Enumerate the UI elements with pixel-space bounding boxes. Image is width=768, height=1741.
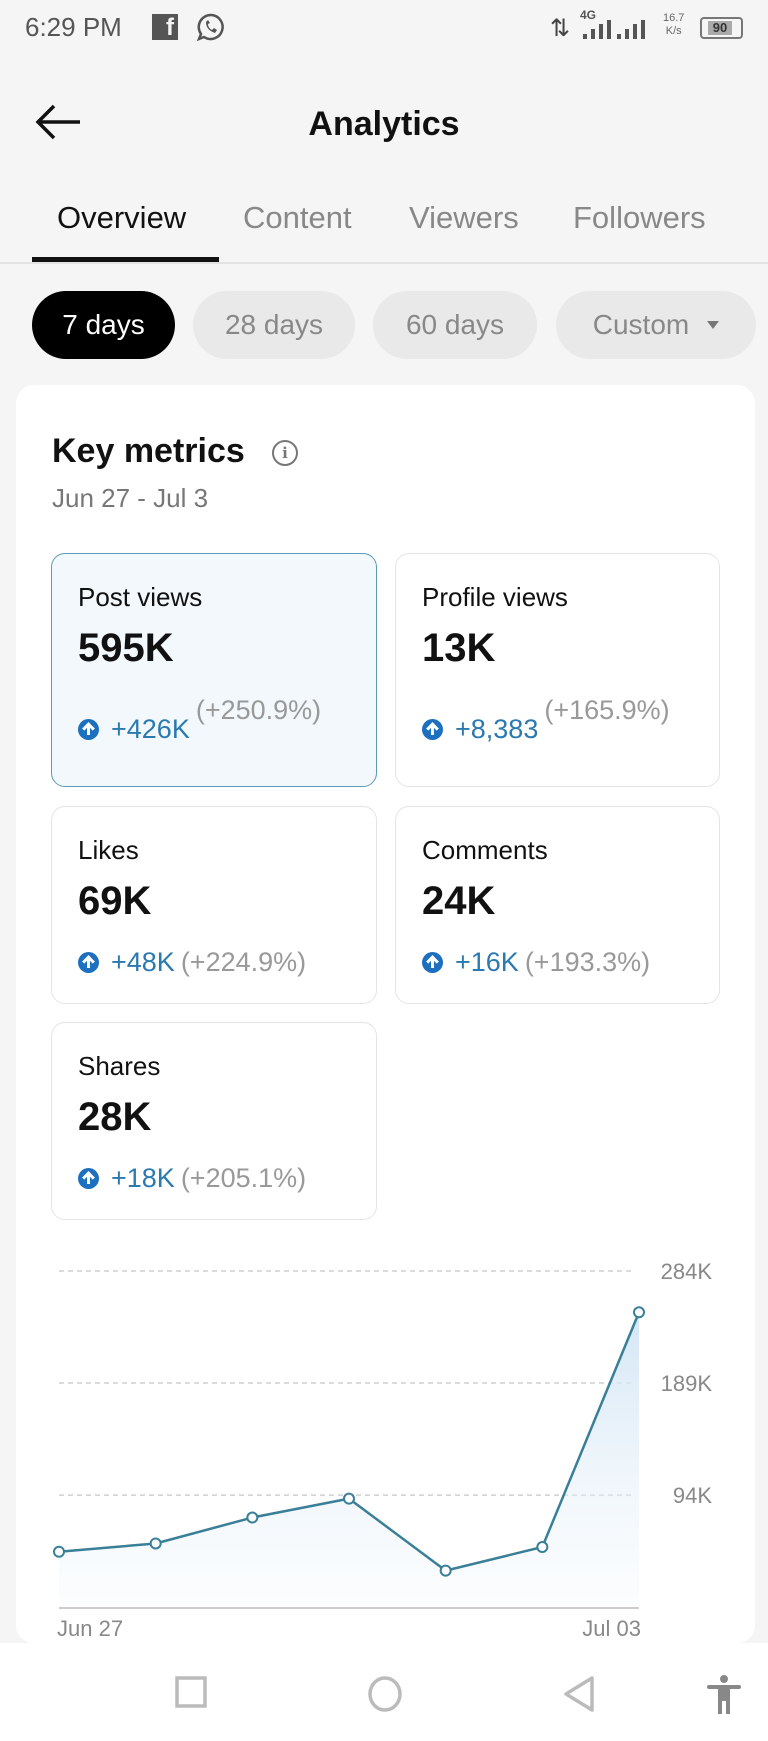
metric-delta: +18K (+205.1%)	[78, 1163, 306, 1194]
metric-label: Post views	[78, 582, 203, 612]
metric-comments[interactable]: Comments 24K +16K (+193.3%)	[395, 806, 720, 1004]
delta-percent: (+165.9%)	[544, 694, 670, 725]
filter-custom[interactable]: Custom	[556, 291, 756, 359]
filter-7-days[interactable]: 7 days	[32, 291, 175, 359]
y-axis-labels: 94K 189K 284K	[661, 1259, 713, 1508]
speed-unit: K/s	[665, 25, 682, 37]
metric-shares[interactable]: Shares 28K +18K (+205.1%)	[51, 1022, 377, 1220]
delta-value: +16K	[455, 947, 519, 977]
metric-label: Comments	[422, 835, 548, 865]
back-icon	[564, 1676, 594, 1712]
delta-percent: (+250.9%)	[195, 694, 322, 725]
data-point-jul-02[interactable]	[536, 1541, 549, 1554]
battery-level: 90	[708, 21, 732, 35]
whatsapp-icon	[196, 13, 224, 42]
y-tick-label: 284K	[661, 1259, 713, 1284]
tab-bar: Overview Content Viewers Followers	[0, 200, 768, 264]
arrow-up-circle-icon	[422, 719, 443, 740]
data-point-jun-29[interactable]	[246, 1511, 259, 1524]
post-views-chart: 94K 189K 284K Jun 27 Jul 03	[53, 1259, 713, 1641]
delta-value: +426K	[111, 714, 190, 744]
tab-overview[interactable]: Overview	[57, 200, 186, 262]
speed-value: 16.7	[663, 12, 685, 24]
filter-custom-label: Custom	[592, 309, 690, 340]
arrow-up-circle-icon	[78, 952, 99, 973]
back-nav-button[interactable]	[562, 1675, 596, 1713]
filter-28-days[interactable]: 28 days	[193, 291, 355, 359]
metric-label: Likes	[78, 835, 139, 865]
metric-delta: +16K (+193.3%)	[422, 947, 650, 978]
delta-value: +18K	[111, 1163, 175, 1193]
metric-value: 595K	[78, 626, 174, 670]
data-point-jun-30[interactable]	[343, 1492, 355, 1505]
x-tick-label-end: Jul 03	[582, 1616, 641, 1641]
info-icon[interactable]: i	[272, 440, 298, 466]
metric-delta: +426K (+250.9%)	[78, 695, 324, 745]
metric-value: 13K	[422, 626, 496, 670]
recents-button[interactable]	[174, 1675, 208, 1709]
data-point-jun-27[interactable]	[53, 1545, 65, 1558]
page-title: Analytics	[308, 105, 460, 143]
grid-lines	[59, 1270, 634, 1496]
metric-profile-views[interactable]: Profile views 13K +8,383 (+165.9%)	[395, 553, 720, 787]
data-point-jul-03[interactable]	[633, 1306, 645, 1319]
arrow-up-circle-icon	[78, 1168, 99, 1189]
y-tick-label: 94K	[673, 1483, 712, 1508]
tab-content[interactable]: Content	[243, 200, 352, 262]
arrow-up-circle-icon	[422, 952, 443, 973]
metric-value: 24K	[422, 879, 496, 923]
delta-percent: (+193.3%)	[524, 947, 651, 977]
tab-viewers[interactable]: Viewers	[409, 200, 519, 262]
metric-likes[interactable]: Likes 69K +48K (+224.9%)	[51, 806, 377, 1004]
metric-label: Shares	[78, 1051, 161, 1081]
tab-followers[interactable]: Followers	[573, 200, 706, 262]
metric-value: 69K	[78, 879, 152, 923]
network-speed: 16.7 K/s	[663, 12, 684, 38]
active-tab-indicator	[32, 257, 219, 262]
data-point-jun-28[interactable]	[149, 1537, 162, 1550]
metric-delta: +8,383 (+165.9%)	[422, 695, 672, 745]
delta-value: +8,383	[455, 714, 539, 744]
metric-delta: +48K (+224.9%)	[78, 947, 306, 978]
signal-strength-icon	[583, 20, 645, 39]
delta-value: +48K	[111, 947, 175, 977]
date-range: Jun 27 - Jul 3	[52, 483, 209, 513]
status-time: 6:29 PM	[25, 12, 122, 42]
x-tick-label-start: Jun 27	[57, 1616, 123, 1641]
accessibility-button[interactable]	[707, 1675, 741, 1715]
y-tick-label: 189K	[661, 1371, 713, 1396]
accessibility-icon	[707, 1675, 741, 1714]
delta-percent: (+205.1%)	[180, 1163, 307, 1193]
home-icon	[368, 1676, 402, 1712]
key-metrics-title: Key metrics	[52, 432, 245, 470]
home-button[interactable]	[366, 1675, 404, 1713]
recents-icon	[175, 1676, 207, 1708]
arrow-up-circle-icon	[78, 719, 99, 740]
caret-down-icon	[707, 321, 720, 329]
metric-post-views[interactable]: Post views 595K +426K (+250.9%)	[51, 553, 377, 787]
facebook-icon: f	[152, 14, 178, 41]
system-nav-bar	[0, 1643, 768, 1741]
area-fill	[59, 1312, 639, 1606]
delta-percent: (+224.9%)	[180, 947, 307, 977]
data-point-jul-01[interactable]	[439, 1564, 452, 1577]
battery-icon: 90	[700, 17, 743, 39]
metric-label: Profile views	[422, 582, 568, 612]
data-transfer-icon: ⇅	[550, 15, 571, 42]
filter-60-days[interactable]: 60 days	[373, 291, 537, 359]
metric-value: 28K	[78, 1095, 152, 1139]
